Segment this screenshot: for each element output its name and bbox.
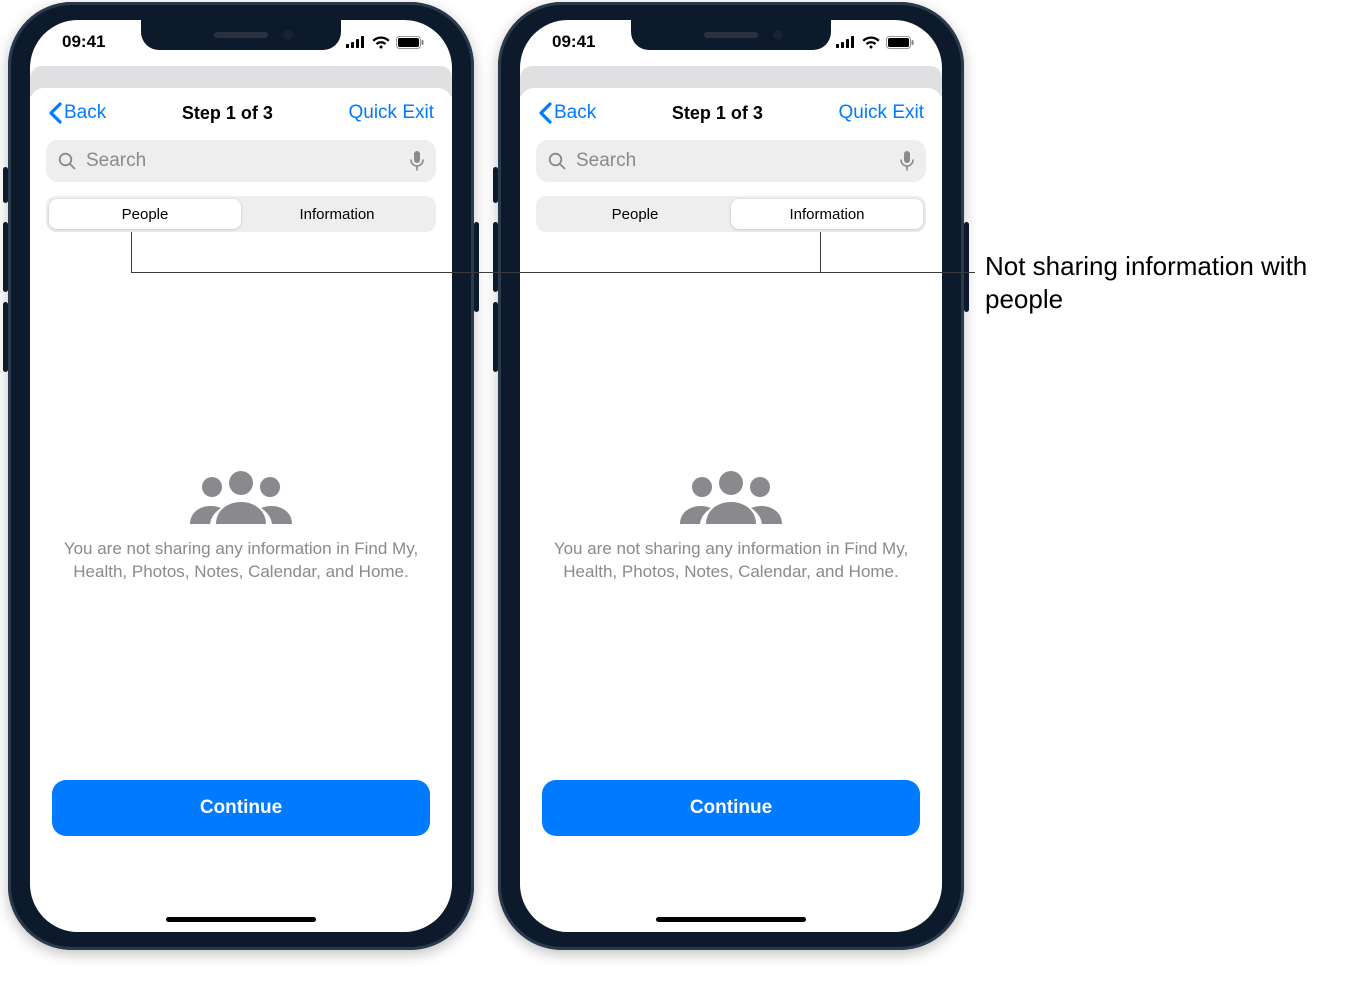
page-title: Step 1 of 3 xyxy=(182,103,273,124)
search-icon xyxy=(58,152,76,170)
cellular-icon xyxy=(836,36,856,48)
status-time: 09:41 xyxy=(552,32,595,52)
empty-state-text: You are not sharing any information in F… xyxy=(54,538,428,584)
segment-information[interactable]: Information xyxy=(731,199,923,229)
people-group-icon xyxy=(186,470,296,524)
search-input[interactable] xyxy=(46,140,436,182)
empty-state: You are not sharing any information in F… xyxy=(46,470,436,584)
mic-icon[interactable] xyxy=(900,151,914,171)
page-title: Step 1 of 3 xyxy=(672,103,763,124)
segment-people[interactable]: People xyxy=(539,199,731,229)
back-label: Back xyxy=(64,102,106,124)
search-input[interactable] xyxy=(536,140,926,182)
notch xyxy=(141,20,341,50)
quick-exit-button[interactable]: Quick Exit xyxy=(838,102,924,124)
back-button[interactable]: Back xyxy=(48,102,106,124)
search-field[interactable] xyxy=(574,149,892,173)
home-indicator[interactable] xyxy=(656,917,806,922)
phone-right: 09:41 Back Step 1 of 3 Quick Exit xyxy=(498,2,964,950)
people-group-icon xyxy=(676,470,786,524)
annotation-line xyxy=(820,232,821,272)
chevron-left-icon xyxy=(48,102,62,124)
annotation-text: Not sharing information with people xyxy=(985,250,1345,315)
battery-icon xyxy=(886,36,914,49)
wifi-icon xyxy=(372,36,390,49)
wifi-icon xyxy=(862,36,880,49)
home-indicator[interactable] xyxy=(166,917,316,922)
annotation-line xyxy=(131,232,132,272)
phone-left: 09:41 Back Step 1 of 3 Quick Exit xyxy=(8,2,474,950)
continue-button[interactable]: Continue xyxy=(52,780,430,836)
notch xyxy=(631,20,831,50)
nav-bar: Back Step 1 of 3 Quick Exit xyxy=(520,88,942,134)
segment-control: People Information xyxy=(536,196,926,232)
back-label: Back xyxy=(554,102,596,124)
segment-information[interactable]: Information xyxy=(241,199,433,229)
status-time: 09:41 xyxy=(62,32,105,52)
annotation-line xyxy=(131,272,975,273)
empty-state-text: You are not sharing any information in F… xyxy=(544,538,918,584)
chevron-left-icon xyxy=(538,102,552,124)
nav-bar: Back Step 1 of 3 Quick Exit xyxy=(30,88,452,134)
continue-button[interactable]: Continue xyxy=(542,780,920,836)
search-icon xyxy=(548,152,566,170)
cellular-icon xyxy=(346,36,366,48)
empty-state: You are not sharing any information in F… xyxy=(536,470,926,584)
quick-exit-button[interactable]: Quick Exit xyxy=(348,102,434,124)
segment-people[interactable]: People xyxy=(49,199,241,229)
back-button[interactable]: Back xyxy=(538,102,596,124)
mic-icon[interactable] xyxy=(410,151,424,171)
battery-icon xyxy=(396,36,424,49)
segment-control: People Information xyxy=(46,196,436,232)
search-field[interactable] xyxy=(84,149,402,173)
